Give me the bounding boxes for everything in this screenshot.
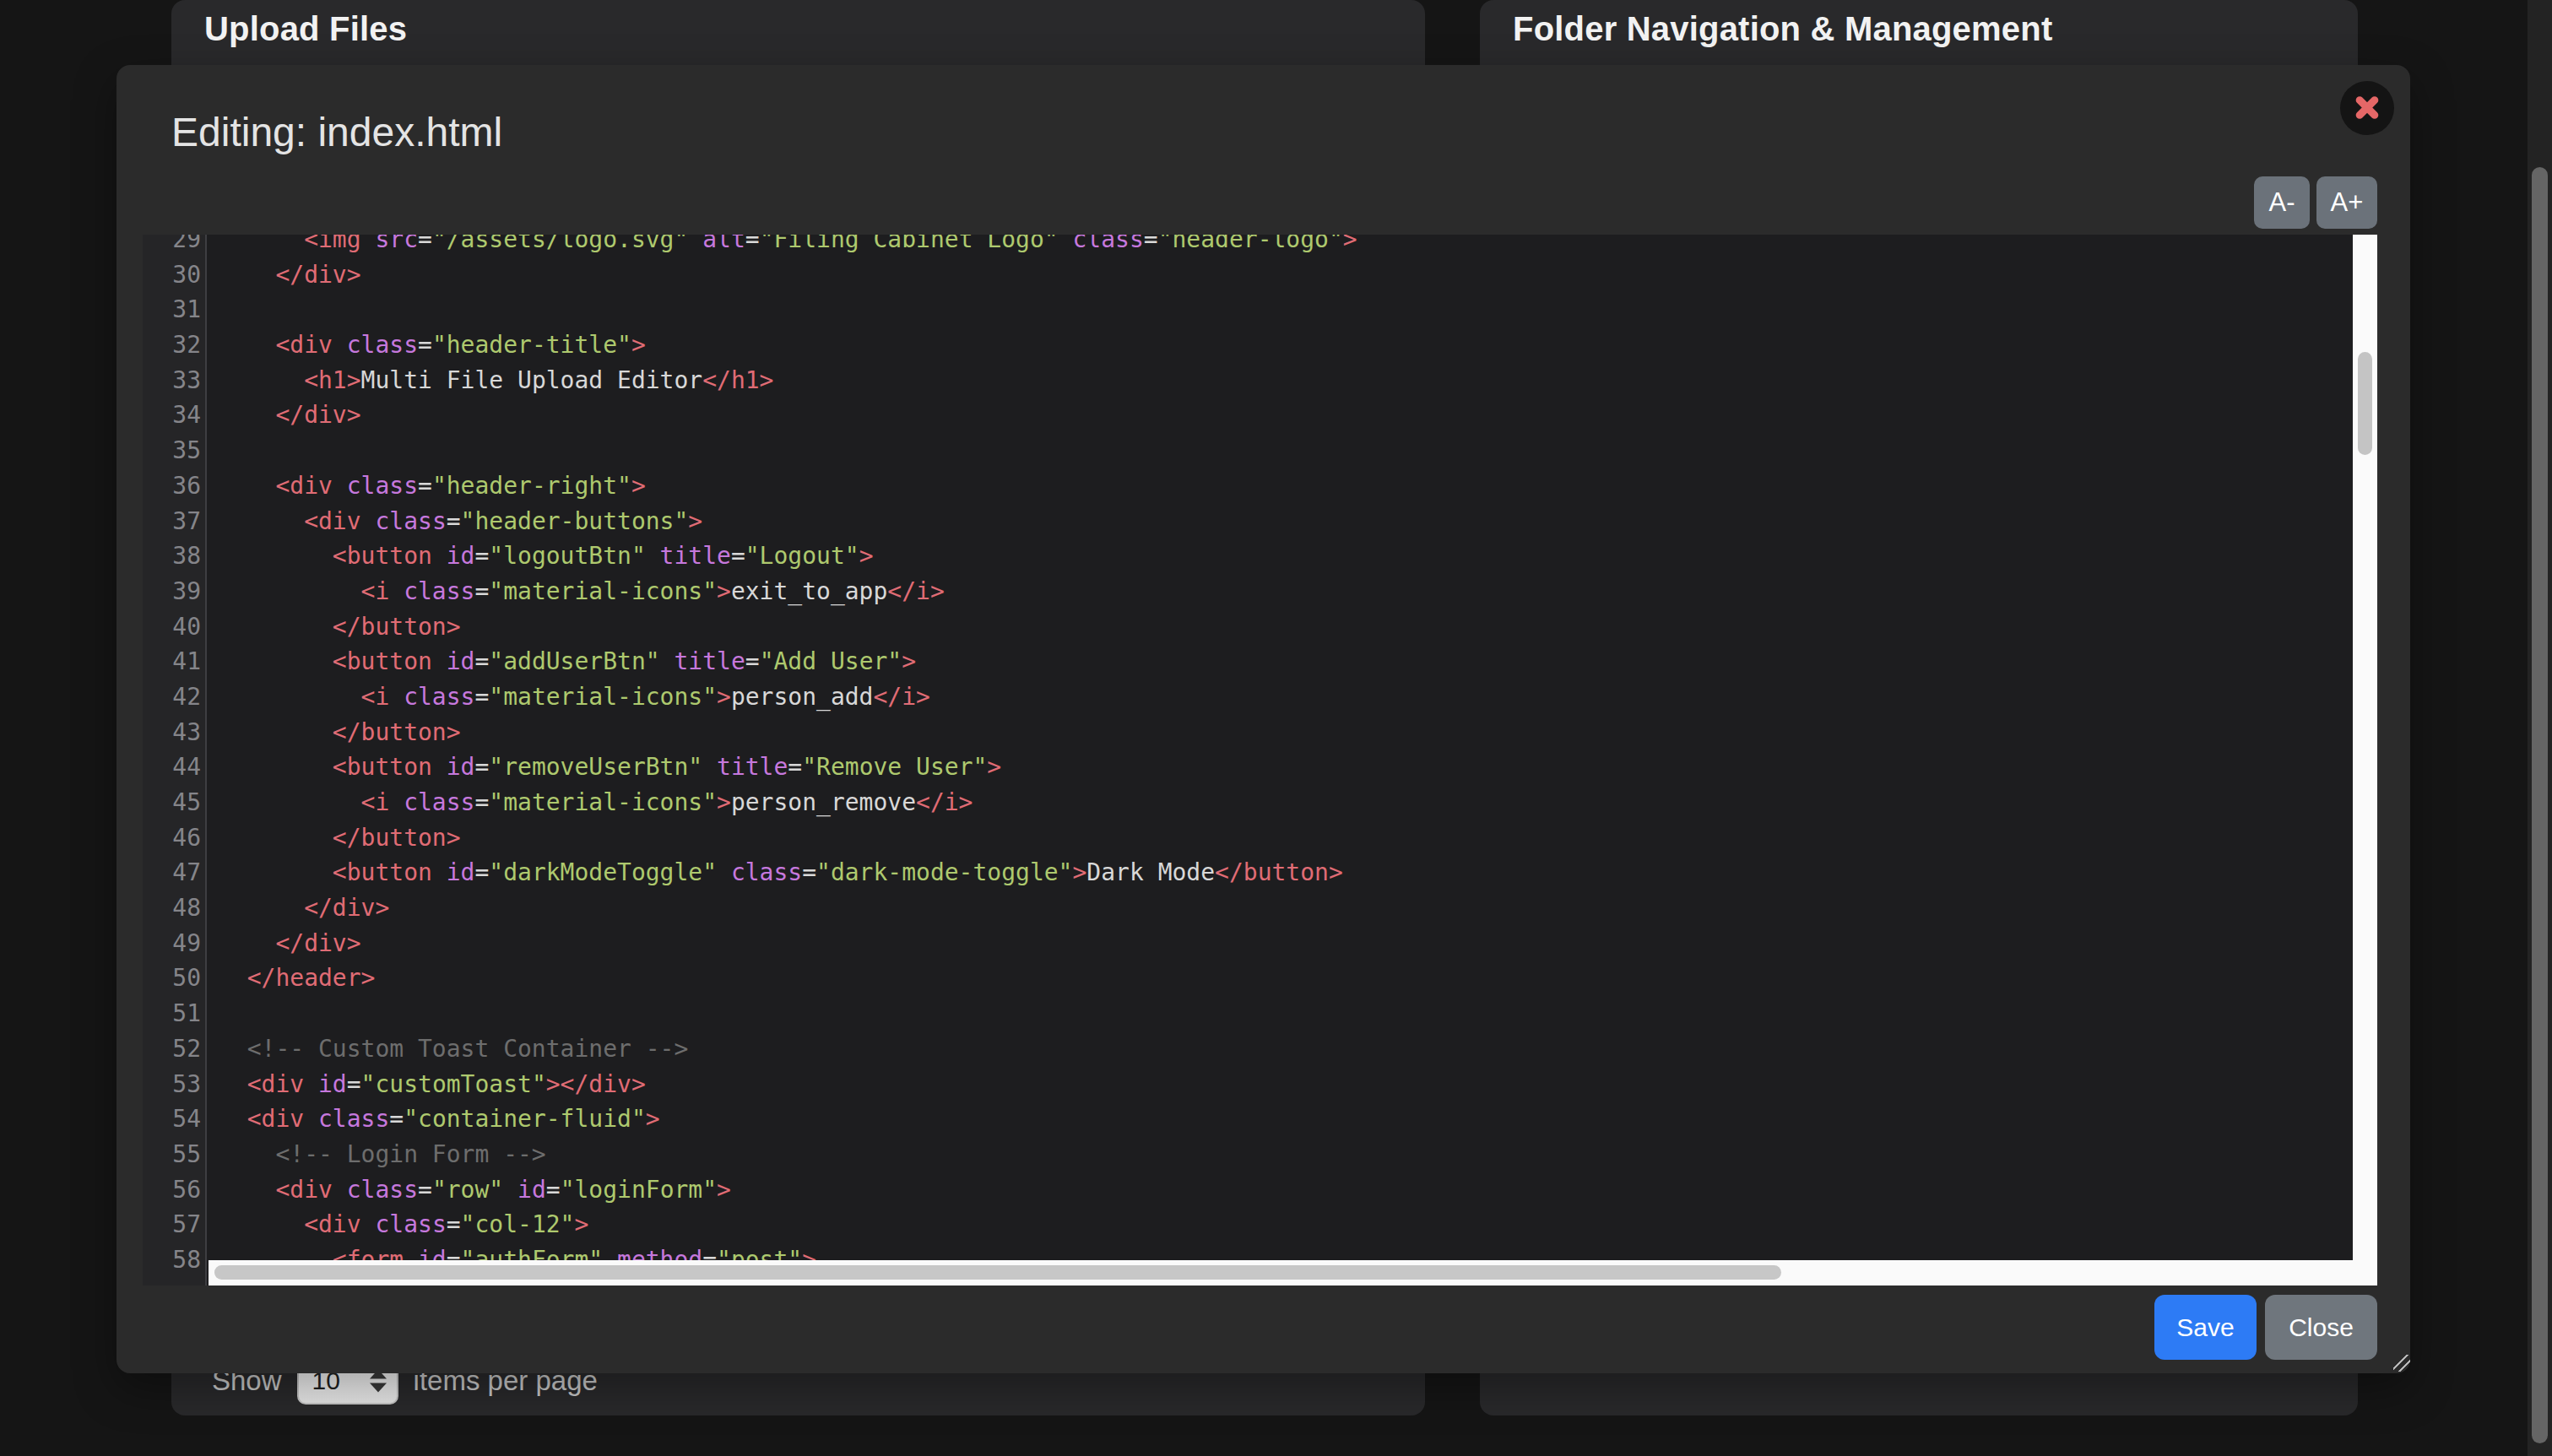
- code-line: <i class="material-icons">exit_to_app</i…: [209, 574, 2377, 609]
- line-number: 48: [143, 890, 205, 926]
- code-line: <button id="logoutBtn" title="Logout">: [209, 539, 2377, 574]
- line-number: 55: [143, 1137, 205, 1172]
- line-number: 30: [143, 257, 205, 293]
- line-number: 44: [143, 750, 205, 785]
- window-scrollbar-track[interactable]: [2528, 0, 2552, 1456]
- code-line: <!-- Login Form -->: [209, 1137, 2377, 1172]
- font-decrease-button[interactable]: A-: [2254, 176, 2310, 229]
- line-number: 54: [143, 1101, 205, 1137]
- modal-close-icon-button[interactable]: [2340, 81, 2394, 135]
- code-line: <div class="header-right">: [209, 468, 2377, 504]
- line-number: 52: [143, 1031, 205, 1067]
- code-line: <div class="header-buttons">: [209, 504, 2377, 539]
- modal-title: Editing: index.html: [171, 109, 502, 155]
- save-button[interactable]: Save: [2154, 1295, 2257, 1360]
- upload-files-title: Upload Files: [204, 10, 1425, 48]
- code-line: <button id="removeUserBtn" title="Remove…: [209, 750, 2377, 785]
- line-number: 34: [143, 398, 205, 433]
- editor-hscrollbar-thumb[interactable]: [214, 1265, 1781, 1280]
- line-number: 38: [143, 539, 205, 574]
- code-line: </div>: [209, 926, 2377, 961]
- code-line: <div id="customToast"></div>: [209, 1067, 2377, 1102]
- window-scrollbar-thumb[interactable]: [2532, 167, 2548, 1443]
- code-line: [209, 433, 2377, 468]
- edit-file-modal: Editing: index.html A- A+ 29303132333435…: [116, 65, 2410, 1373]
- code-editor[interactable]: 2930313233343536373839404142434445464748…: [143, 235, 2377, 1286]
- line-number: 32: [143, 327, 205, 363]
- code-line: [209, 292, 2377, 327]
- editor-code[interactable]: <img src="/assets/logo.svg" alt="Filing …: [209, 235, 2377, 1286]
- close-button[interactable]: Close: [2265, 1295, 2377, 1360]
- editor-hscrollbar-track[interactable]: [209, 1260, 2377, 1286]
- code-line: </button>: [209, 609, 2377, 645]
- line-number: 51: [143, 996, 205, 1031]
- code-line: </div>: [209, 890, 2377, 926]
- line-number: 57: [143, 1207, 205, 1242]
- code-line: </button>: [209, 715, 2377, 750]
- line-number: 33: [143, 363, 205, 398]
- font-increase-button[interactable]: A+: [2316, 176, 2377, 229]
- line-number: 42: [143, 679, 205, 715]
- line-number: 41: [143, 644, 205, 679]
- code-line: <i class="material-icons">person_remove<…: [209, 785, 2377, 820]
- code-line: <div class="container-fluid">: [209, 1101, 2377, 1137]
- editor-vscrollbar-thumb[interactable]: [2358, 352, 2372, 455]
- line-number: 45: [143, 785, 205, 820]
- line-number: 31: [143, 292, 205, 327]
- code-line: <img src="/assets/logo.svg" alt="Filing …: [209, 235, 2377, 257]
- line-number: 40: [143, 609, 205, 645]
- line-number: 50: [143, 961, 205, 996]
- code-line: <button id="addUserBtn" title="Add User"…: [209, 644, 2377, 679]
- code-line: <h1>Multi File Upload Editor</h1>: [209, 363, 2377, 398]
- code-line: <i class="material-icons">person_add</i>: [209, 679, 2377, 715]
- line-number: 37: [143, 504, 205, 539]
- code-line: <div class="header-title">: [209, 327, 2377, 363]
- line-number: 49: [143, 926, 205, 961]
- line-number: 43: [143, 715, 205, 750]
- code-line: </div>: [209, 398, 2377, 433]
- code-line: </div>: [209, 257, 2377, 293]
- line-number: 29: [143, 235, 205, 257]
- code-line: <button id="darkModeToggle" class="dark-…: [209, 855, 2377, 890]
- line-number: 39: [143, 574, 205, 609]
- line-number: 56: [143, 1172, 205, 1208]
- line-number: 58: [143, 1242, 205, 1278]
- editor-gutter: 2930313233343536373839404142434445464748…: [143, 235, 207, 1286]
- code-line: [209, 996, 2377, 1031]
- code-line: <div class="row" id="loginForm">: [209, 1172, 2377, 1208]
- code-line: <!-- Custom Toast Container -->: [209, 1031, 2377, 1067]
- line-number: 35: [143, 433, 205, 468]
- code-line: </header>: [209, 961, 2377, 996]
- editor-vscrollbar-track[interactable]: [2353, 235, 2377, 1286]
- code-line: </button>: [209, 820, 2377, 856]
- code-line: <div class="col-12">: [209, 1207, 2377, 1242]
- folder-navigation-title: Folder Navigation & Management: [1513, 10, 2358, 48]
- line-number: 46: [143, 820, 205, 856]
- resize-grip-icon[interactable]: [2393, 1355, 2410, 1372]
- line-number: 36: [143, 468, 205, 504]
- line-number: 47: [143, 855, 205, 890]
- line-number: 53: [143, 1067, 205, 1102]
